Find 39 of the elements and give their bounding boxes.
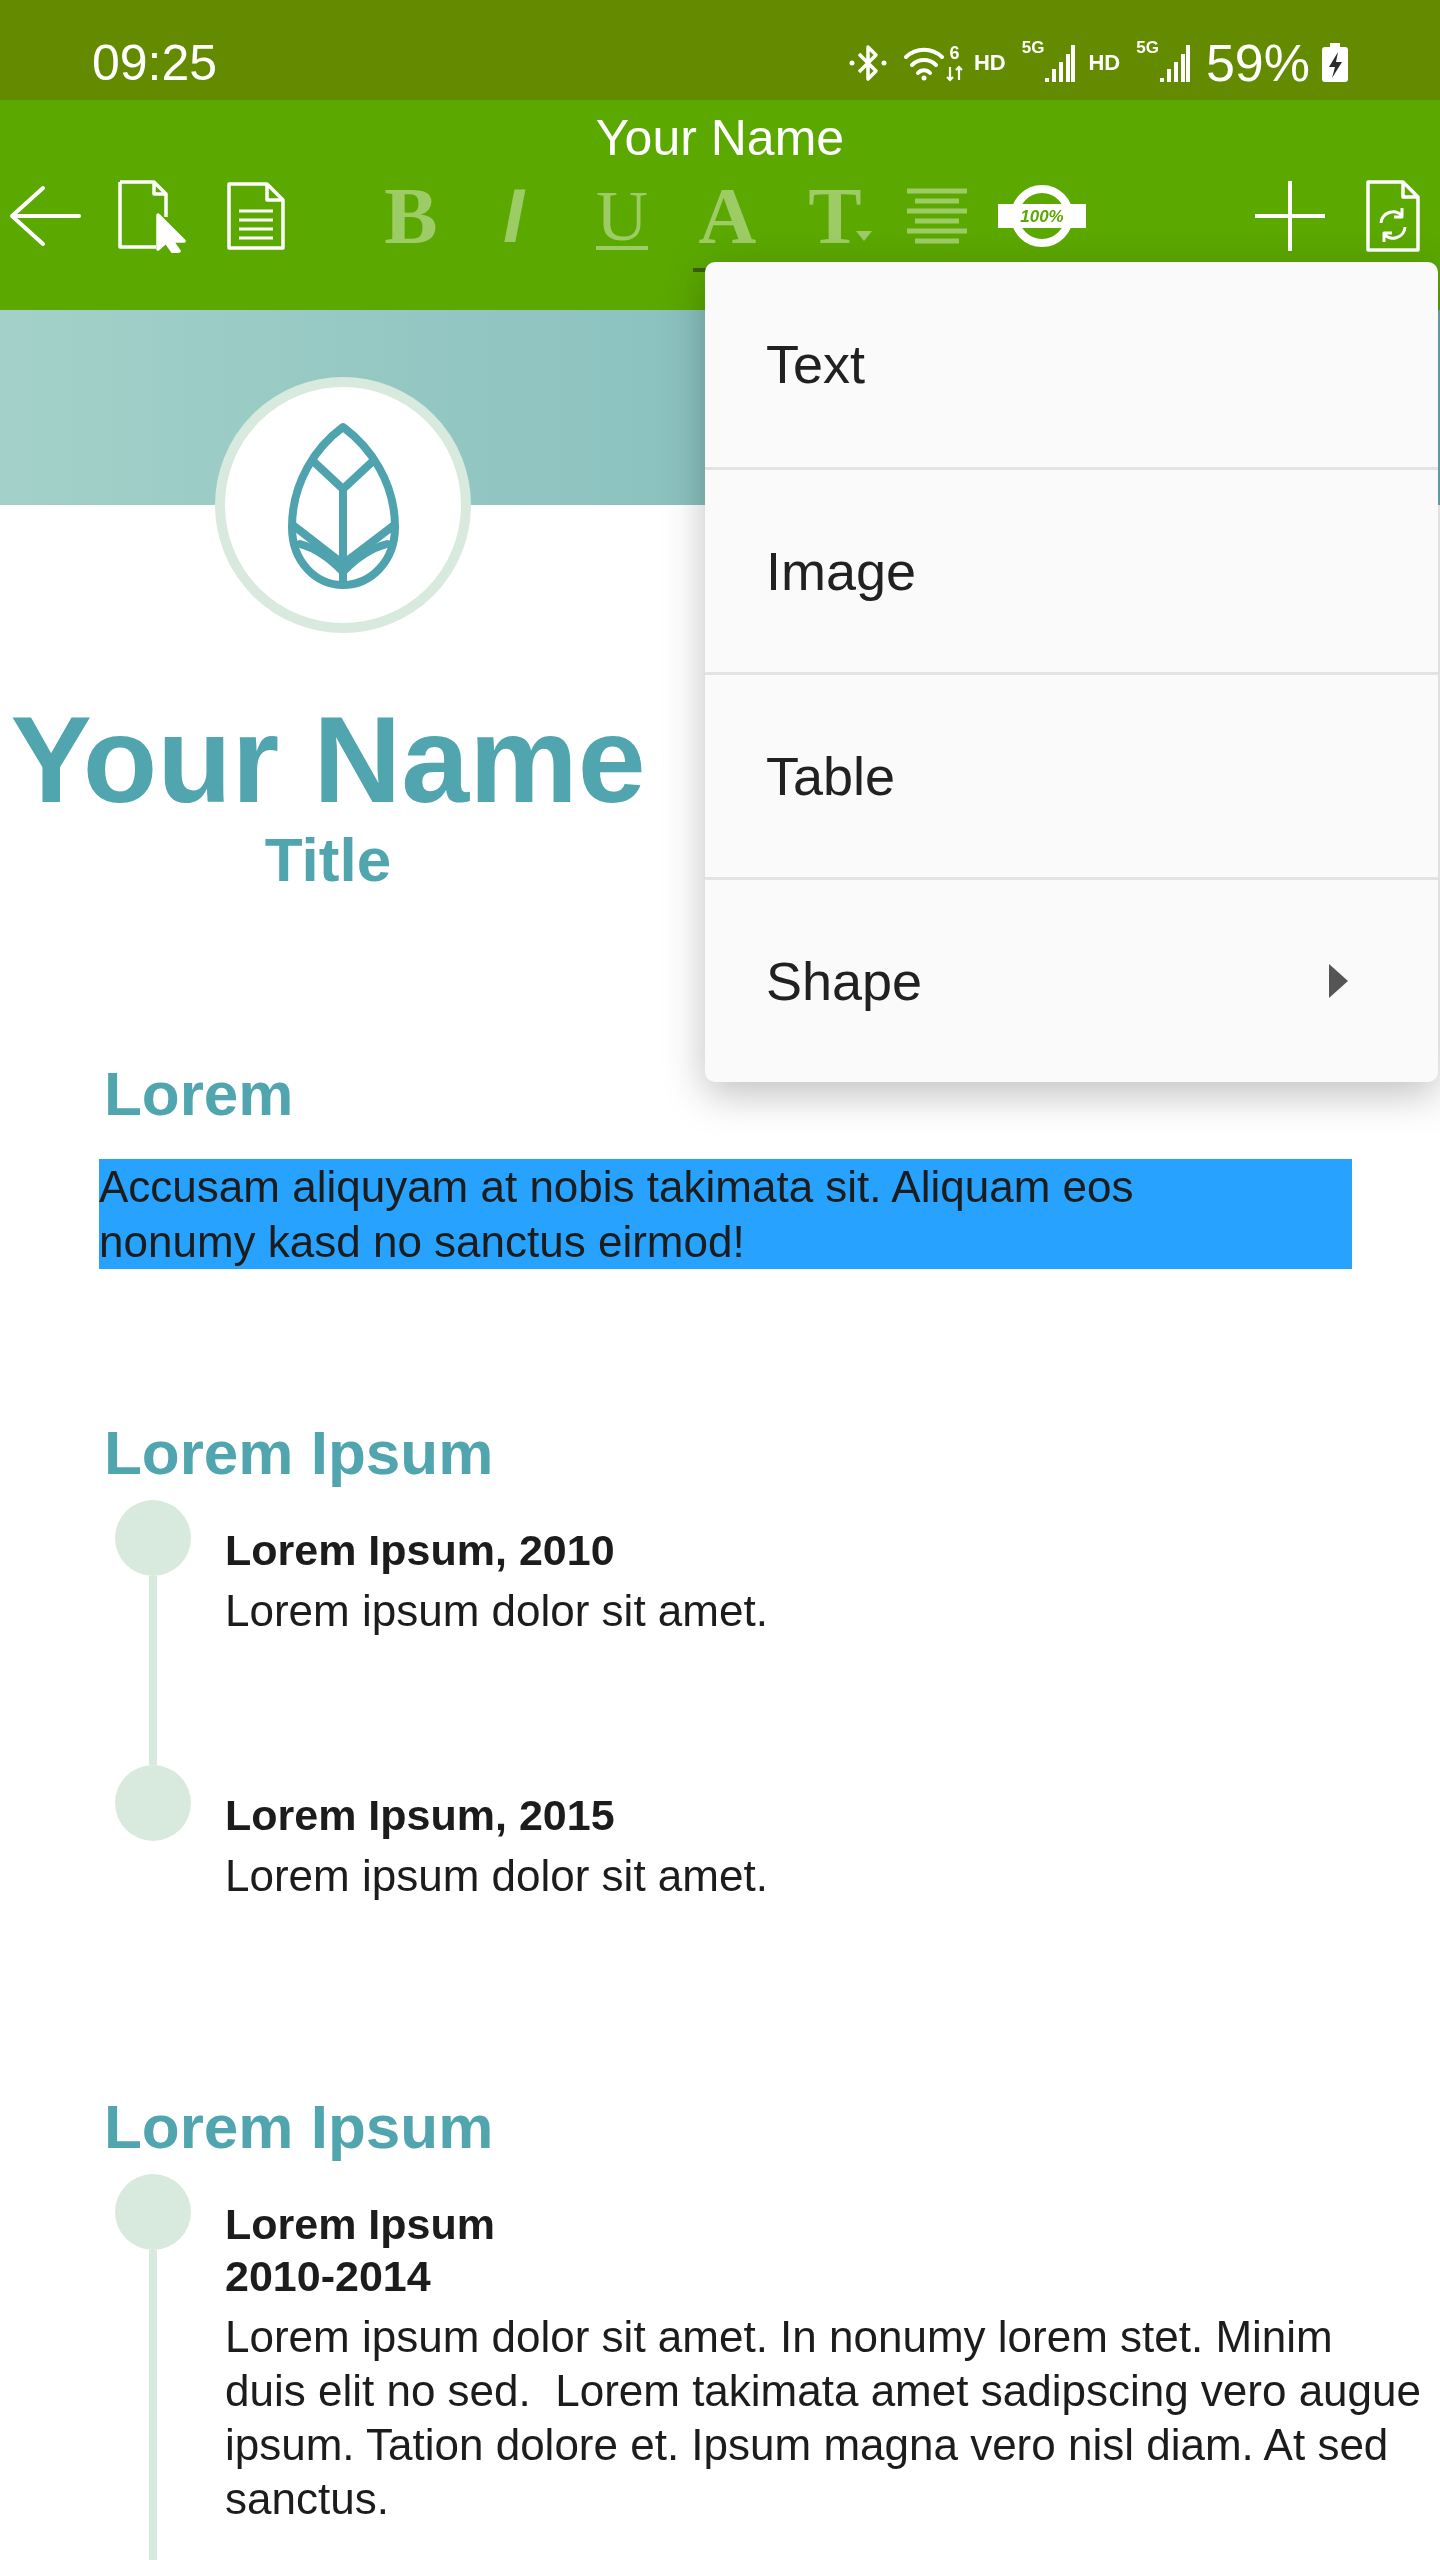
section-heading: Lorem Ipsum <box>104 1418 494 1488</box>
paragraph-text: Accusam aliquyam at nobis takimata sit. Aliquam eos nonumy kasd no sanctus eirmod! <box>99 1159 1352 1269</box>
wifi-standard-label: 6 <box>949 44 960 62</box>
document-icon <box>225 181 287 251</box>
align-lines-icon <box>905 186 969 246</box>
hd-label: HD <box>1088 52 1121 74</box>
signal-icon <box>1045 43 1076 83</box>
up-down-arrows-icon <box>946 65 963 82</box>
battery-percent: 59% <box>1205 37 1310 89</box>
entry-text: Lorem ipsum dolor sit amet. In nonumy lorem stet. Minim duis elit no sed. Lorem takimata amet sadipscing vero augue ipsum. Tation dolore et. Ipsum magna vero nisl diam. At sed sanctus. <box>225 2311 1422 2525</box>
page-button[interactable] <box>225 179 287 253</box>
menu-item[interactable]: Shape <box>705 877 1438 1082</box>
menu-item[interactable]: Table <box>705 672 1438 877</box>
entry-text: Lorem ipsum dolor sit amet. <box>225 1585 768 1637</box>
app-title: Your Name <box>595 113 845 163</box>
clock-text: 09:25 <box>92 38 218 88</box>
plus-icon <box>1253 179 1327 253</box>
convert-button[interactable] <box>1365 179 1421 253</box>
menu-item[interactable]: Text <box>705 262 1438 467</box>
network-label: 5G <box>1136 39 1159 56</box>
section-heading: Lorem <box>104 1059 294 1129</box>
entry-title: Lorem Ipsum <box>225 2199 495 2250</box>
resume-title: Title <box>264 825 392 895</box>
zoom-button[interactable]: 100% <box>996 179 1088 253</box>
insert-button[interactable] <box>1253 179 1327 253</box>
bluetooth-icon <box>848 43 888 83</box>
entry-date: 2010-2014 <box>225 2251 431 2302</box>
hd-label: HD <box>974 52 1006 74</box>
document-refresh-icon <box>1365 179 1421 253</box>
network-label: 5G <box>1021 39 1045 56</box>
menu-item[interactable]: Image <box>705 467 1438 672</box>
section-heading: Lorem Ipsum <box>104 2092 494 2162</box>
arrow-left-icon <box>7 184 81 248</box>
leaf-logo-icon <box>215 377 471 633</box>
signal-icon <box>1159 43 1190 83</box>
resume-name: Your Name <box>10 698 646 822</box>
entry-title: Lorem Ipsum, 2010 <box>225 1525 615 1576</box>
entry-title: Lorem Ipsum, 2015 <box>225 1790 615 1841</box>
entry-text: Lorem ipsum dolor sit amet. <box>225 1850 768 1902</box>
